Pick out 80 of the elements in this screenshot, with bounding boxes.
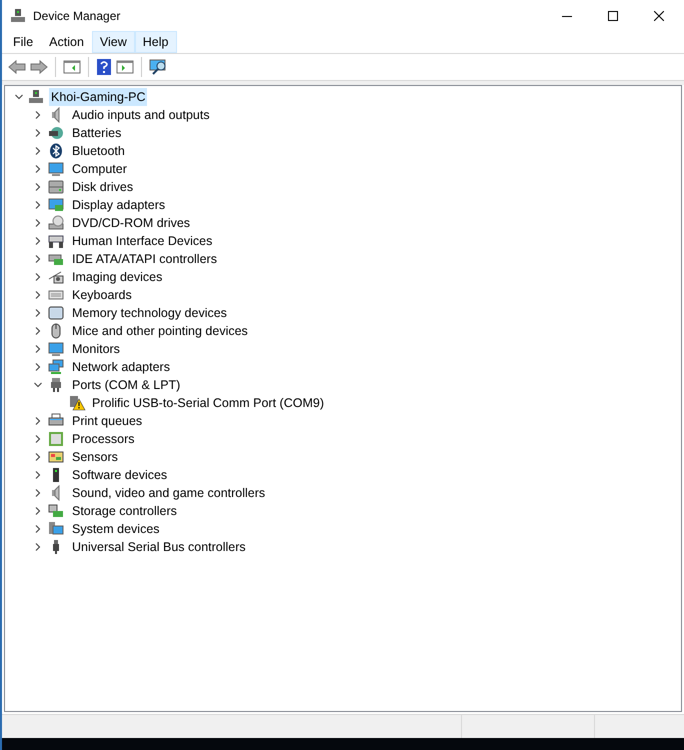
tree-item[interactable]: Khoi-Gaming-PC <box>49 88 148 106</box>
collapse-chevron-icon[interactable] <box>34 381 42 389</box>
expand-chevron-icon[interactable] <box>34 219 42 227</box>
tree-item[interactable]: Sensors <box>70 448 118 466</box>
computer-app-icon <box>10 8 26 24</box>
tree-item[interactable]: Human Interface Devices <box>70 232 212 250</box>
tree-item[interactable]: Network adapters <box>70 358 170 376</box>
network-icon <box>48 359 64 375</box>
monitor-icon <box>48 161 64 177</box>
expand-chevron-icon[interactable] <box>34 417 42 425</box>
tree-item[interactable]: Bluetooth <box>70 142 125 160</box>
tree-item[interactable]: Sound, video and game controllers <box>70 484 266 502</box>
expand-chevron-icon[interactable] <box>34 273 42 281</box>
collapse-chevron-icon[interactable] <box>15 93 23 101</box>
tree-item[interactable]: Disk drives <box>70 178 134 196</box>
port-connector-icon <box>48 377 64 393</box>
expand-chevron-icon[interactable] <box>34 111 42 119</box>
bluetooth-icon <box>48 143 64 159</box>
menu-item[interactable]: Action <box>41 31 92 53</box>
action-pane-icon[interactable] <box>116 59 134 75</box>
system-icon <box>48 521 64 537</box>
tree-item[interactable]: Print queues <box>70 412 142 430</box>
expand-chevron-icon[interactable] <box>34 165 42 173</box>
tree-item[interactable]: Display adapters <box>70 196 166 214</box>
window-title: Device Manager <box>33 8 120 24</box>
back-arrow-icon[interactable] <box>8 59 26 75</box>
expand-chevron-icon[interactable] <box>34 147 42 155</box>
tree-item[interactable]: IDE ATA/ATAPI controllers <box>70 250 217 268</box>
tree-item[interactable]: Storage controllers <box>70 502 177 520</box>
tree-item[interactable]: System devices <box>70 520 160 538</box>
expand-chevron-icon[interactable] <box>34 345 42 353</box>
monitor-icon <box>48 341 64 357</box>
tree-item[interactable]: Audio inputs and outputs <box>70 106 210 124</box>
menu-item[interactable]: View <box>92 31 135 53</box>
help-icon[interactable] <box>96 58 112 76</box>
expand-chevron-icon[interactable] <box>34 309 42 317</box>
expand-chevron-icon[interactable] <box>34 201 42 209</box>
tree-item[interactable]: Computer <box>70 160 127 178</box>
expand-chevron-icon[interactable] <box>34 129 42 137</box>
expand-chevron-icon[interactable] <box>34 291 42 299</box>
tree-item[interactable]: Processors <box>70 430 135 448</box>
expand-chevron-icon[interactable] <box>34 453 42 461</box>
battery-plug-icon <box>48 125 64 141</box>
tree-item[interactable]: Keyboards <box>70 286 132 304</box>
expand-chevron-icon[interactable] <box>34 435 42 443</box>
disc-drive-icon <box>48 215 64 231</box>
maximize-icon <box>608 10 618 20</box>
expand-chevron-icon[interactable] <box>34 489 42 497</box>
tree-item[interactable]: DVD/CD-ROM drives <box>70 214 190 232</box>
tree-item[interactable]: Batteries <box>70 124 122 142</box>
tree-item[interactable]: Mice and other pointing devices <box>70 322 248 340</box>
sensor-icon <box>48 449 64 465</box>
close-icon <box>654 10 664 20</box>
menu-item[interactable]: File <box>5 31 42 53</box>
expand-chevron-icon[interactable] <box>34 363 42 371</box>
tree-item[interactable]: Prolific USB-to-Serial Comm Port (COM9) <box>92 394 324 412</box>
forward-arrow-icon[interactable] <box>30 59 48 75</box>
menu-item[interactable]: Help <box>134 31 176 53</box>
expand-chevron-icon[interactable] <box>34 543 42 551</box>
tree-item[interactable]: Imaging devices <box>70 268 162 286</box>
memory-card-icon <box>48 305 64 321</box>
storage-card-icon <box>48 503 64 519</box>
tree-item[interactable]: Ports (COM & LPT) <box>70 376 180 394</box>
expand-chevron-icon[interactable] <box>34 525 42 533</box>
display-card-icon <box>48 197 64 213</box>
expand-chevron-icon[interactable] <box>34 327 42 335</box>
drive-icon <box>48 179 64 195</box>
expand-chevron-icon[interactable] <box>34 183 42 191</box>
expand-chevron-icon[interactable] <box>34 237 42 245</box>
expand-chevron-icon[interactable] <box>34 471 42 479</box>
expand-chevron-icon[interactable] <box>34 507 42 515</box>
expand-chevron-icon[interactable] <box>34 255 42 263</box>
computer-icon <box>28 89 44 105</box>
tree-item[interactable]: Universal Serial Bus controllers <box>70 538 246 556</box>
chip-icon <box>48 431 64 447</box>
camera-icon <box>48 269 64 285</box>
console-tree-icon[interactable] <box>63 59 81 75</box>
tree-item[interactable]: Monitors <box>70 340 120 358</box>
tree-item[interactable]: Software devices <box>70 466 168 484</box>
tree-item[interactable]: Memory technology devices <box>70 304 227 322</box>
